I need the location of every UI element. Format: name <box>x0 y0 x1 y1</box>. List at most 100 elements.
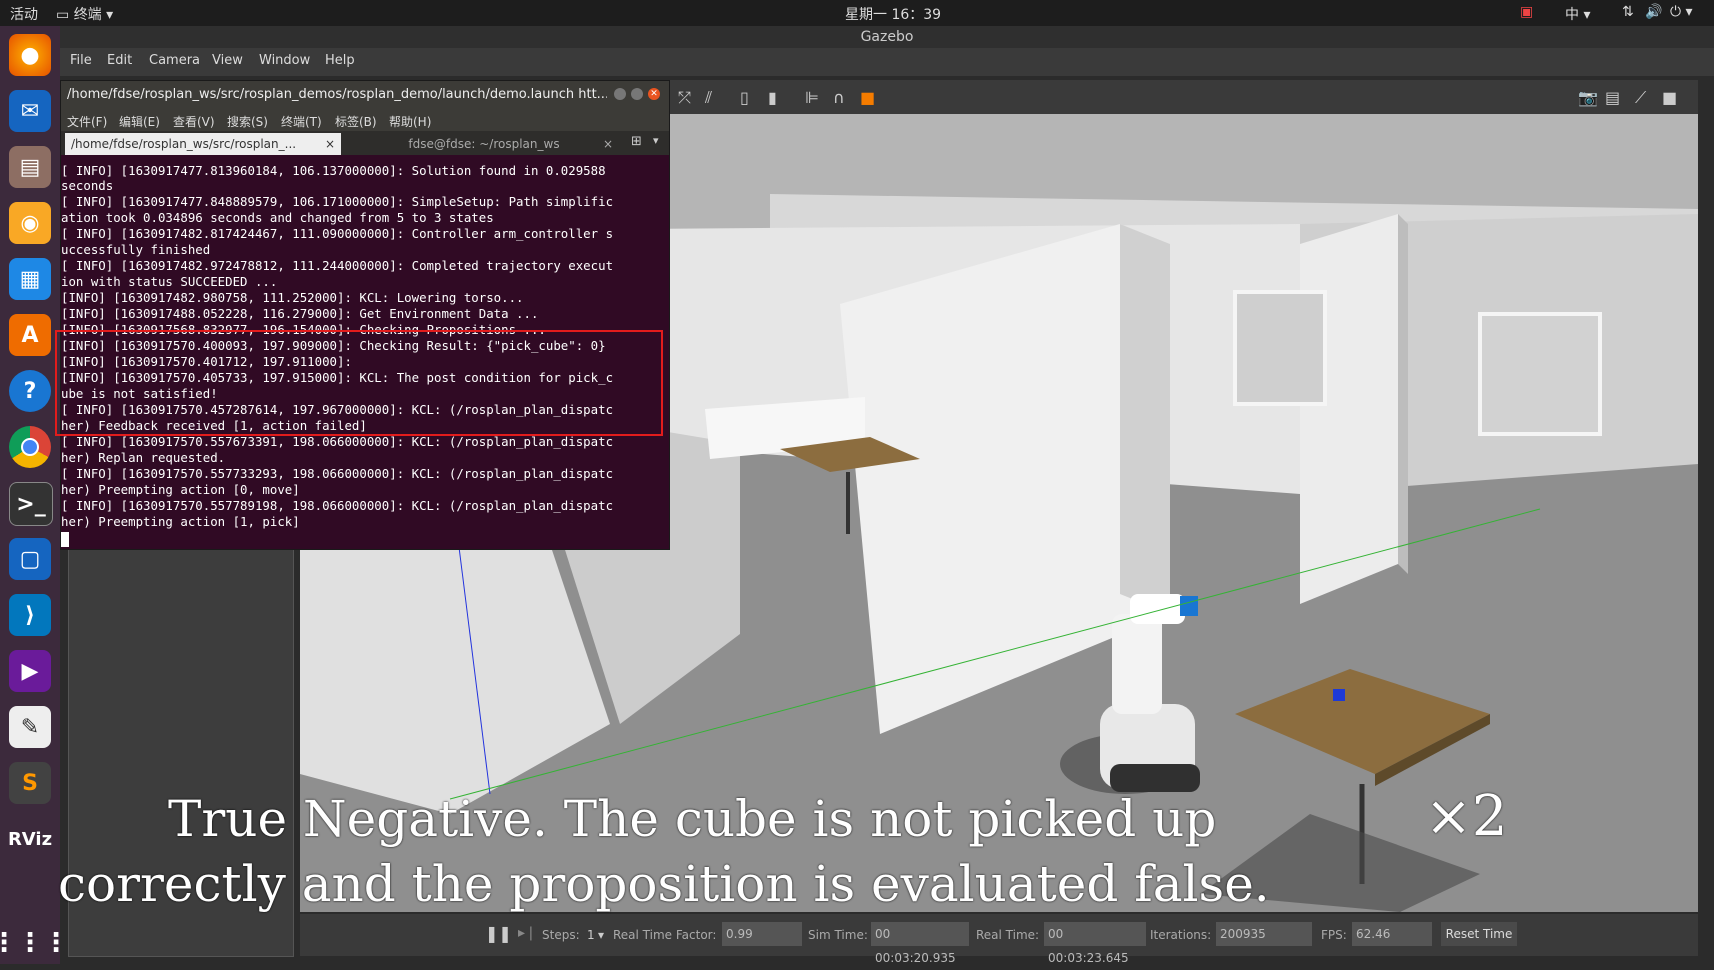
menu-camera[interactable]: Camera <box>149 53 200 68</box>
gazebo-title: Gazebo <box>60 26 1714 48</box>
menu-file[interactable]: File <box>70 53 92 68</box>
terminal-line: her) Preempting action [1, pick] <box>61 514 300 529</box>
rhythmbox-icon[interactable]: ◉ <box>9 202 51 244</box>
close-icon[interactable]: ✕ <box>648 88 660 100</box>
terminal-line: [INFO] [1630917488.052228, 116.279000]: … <box>61 306 539 321</box>
paste-icon[interactable]: ▮ <box>768 88 777 107</box>
term-menu-tabs[interactable]: 标签(B) <box>335 113 377 130</box>
term-menu-terminal[interactable]: 终端(T) <box>281 113 322 130</box>
apps-grid-icon[interactable]: ⋮⋮⋮ <box>0 922 69 964</box>
sim-time-label: Sim Time: <box>808 928 868 942</box>
reset-time-button[interactable]: Reset Time <box>1441 922 1517 946</box>
term-menu-file[interactable]: 文件(F) <box>67 113 107 130</box>
power-icon[interactable]: ⏻ ▾ <box>1670 4 1693 20</box>
terminal-icon[interactable]: >_ <box>9 482 53 526</box>
terminal-menubar: 文件(F) 编辑(E) 查看(V) 搜索(S) 终端(T) 标签(B) 帮助(H… <box>61 109 669 131</box>
terminal-tab[interactable]: fdse@fdse: ~/rosplan_ws × <box>343 133 619 155</box>
network-icon[interactable]: ⇅ <box>1622 4 1634 20</box>
gazebo-status-bar: ❚❚ ▸❘ Steps: 1 ▾ Real Time Factor: 0.99 … <box>300 914 1698 965</box>
terminal-tab-active[interactable]: /home/fdse/rosplan_ws/src/rosplan_... × <box>65 133 341 155</box>
video-icon[interactable]: ▶ <box>9 650 51 692</box>
chrome-icon[interactable] <box>9 426 51 468</box>
software-icon[interactable]: A <box>9 314 51 356</box>
terminal-titlebar[interactable]: /home/fdse/rosplan_ws/src/rosplan_demos/… <box>61 81 669 109</box>
term-menu-search[interactable]: 搜索(S) <box>227 113 268 130</box>
highlight-box <box>55 330 663 436</box>
screenshot-icon[interactable]: 📷 <box>1578 88 1598 107</box>
menu-view[interactable]: View <box>212 53 243 68</box>
minimize-icon[interactable] <box>614 88 626 100</box>
tab-close-icon[interactable]: × <box>325 133 335 155</box>
term-menu-view[interactable]: 查看(V) <box>173 113 215 130</box>
maximize-icon[interactable] <box>631 88 643 100</box>
top-bar: 活动 ▭ 终端 ▾ 星期一 16：39 ▣ 中 ▾ ⇅ 🔊 ⏻ ▾ <box>0 0 1714 26</box>
steps-value[interactable]: 1 <box>587 928 595 942</box>
files-icon[interactable]: ▤ <box>9 146 51 188</box>
new-tab-icon[interactable]: ⊞ <box>631 134 642 149</box>
tab-label: /home/fdse/rosplan_ws/src/rosplan_... <box>71 137 297 151</box>
vscode-icon[interactable]: ⟩ <box>9 594 51 636</box>
pause-icon[interactable]: ❚❚ <box>485 924 512 943</box>
terminal-line: [ INFO] [1630917570.557673391, 198.06600… <box>61 434 614 449</box>
clock[interactable]: 星期一 16：39 <box>845 4 941 24</box>
step-icon[interactable]: ▸❘ <box>518 925 537 941</box>
terminal-line: [ INFO] [1630917482.817424467, 111.09000… <box>61 226 614 241</box>
select-tool-icon[interactable]: ⤱ <box>678 88 691 108</box>
terminal-line: seconds <box>61 178 114 193</box>
align-icon[interactable]: ⊫ <box>805 88 819 107</box>
activities-button[interactable]: 活动 <box>10 4 38 24</box>
recording-icon[interactable]: ▣ <box>1520 4 1533 20</box>
menu-edit[interactable]: Edit <box>107 53 132 68</box>
text-editor-icon[interactable]: ✎ <box>9 706 51 748</box>
thunderbird-icon[interactable]: ✉ <box>9 90 51 132</box>
terminal-window[interactable]: /home/fdse/rosplan_ws/src/rosplan_demos/… <box>60 80 670 550</box>
terminal-line: [ INFO] [1630917477.813960184, 106.13700… <box>61 163 606 178</box>
menu-window[interactable]: Window <box>259 53 310 68</box>
terminal-line: uccessfully finished <box>61 242 211 257</box>
sim-time-value: 00 00:03:20.935 <box>871 922 969 965</box>
terminal-line: [INFO] [1630917482.980758, 111.252000]: … <box>61 290 524 305</box>
caption-line-2: correctly and the proposition is evaluat… <box>58 855 1270 913</box>
real-time-label: Real Time: <box>976 928 1040 942</box>
copy-icon[interactable]: ▯ <box>740 88 749 107</box>
rtf-value: 0.99 <box>722 922 802 946</box>
gazebo-menubar: File Edit Camera View Window Help <box>60 48 1714 76</box>
plot-icon[interactable]: ⟋ <box>1635 88 1646 108</box>
term-menu-help[interactable]: 帮助(H) <box>389 113 431 130</box>
iterations-label: Iterations: <box>1150 928 1212 942</box>
caption-multiplier: ×2 <box>1425 784 1508 849</box>
rviz-icon[interactable]: RViz <box>8 818 52 860</box>
shape-icon[interactable]: ■ <box>860 88 875 107</box>
sublime-icon[interactable]: S <box>9 762 51 804</box>
terminal-cursor <box>61 532 69 547</box>
menu-help[interactable]: Help <box>325 53 355 68</box>
log-icon[interactable]: ▤ <box>1605 88 1620 107</box>
writer-icon[interactable]: ▦ <box>9 258 51 300</box>
tab-close-icon[interactable]: × <box>603 133 613 155</box>
terminal-title: /home/fdse/rosplan_ws/src/rosplan_demos/… <box>67 87 607 102</box>
virtualbox-icon[interactable]: ▢ <box>9 538 51 580</box>
terminal-line: [ INFO] [1630917482.972478812, 111.24400… <box>61 258 614 273</box>
tab-menu-icon[interactable]: ▾ <box>653 134 659 147</box>
terminal-line: her) Preempting action [0, move] <box>61 482 300 497</box>
volume-icon[interactable]: 🔊 <box>1645 4 1662 20</box>
steps-dropdown-icon[interactable]: ▾ <box>598 928 604 942</box>
terminal-line: ion with status SUCCEEDED ... <box>61 274 278 289</box>
record-video-icon[interactable]: ■ <box>1662 88 1677 107</box>
terminal-line: ation took 0.034896 seconds and changed … <box>61 210 494 225</box>
magnet-icon[interactable]: ∩ <box>833 88 845 107</box>
help-icon[interactable]: ? <box>9 370 51 412</box>
input-method-label: 中 <box>1565 7 1579 23</box>
input-method[interactable]: 中 ▾ <box>1565 4 1590 24</box>
app-menu[interactable]: ▭ 终端 ▾ <box>56 4 113 24</box>
real-time-value: 00 00:03:23.645 <box>1044 922 1146 965</box>
firefox-icon[interactable]: ● <box>9 34 51 76</box>
rtf-label: Real Time Factor: <box>613 928 717 942</box>
dock: ● ✉ ▤ ◉ ▦ A ? >_ ▢ ⟩ ▶ ✎ S RViz ⋮⋮⋮ <box>0 26 69 964</box>
terminal-tabbar: /home/fdse/rosplan_ws/src/rosplan_... × … <box>61 131 669 155</box>
terminal-line: [ INFO] [1630917570.557733293, 198.06600… <box>61 466 614 481</box>
terminal-line: her) Replan requested. <box>61 450 226 465</box>
fps-label: FPS: <box>1321 928 1347 942</box>
term-menu-edit[interactable]: 编辑(E) <box>119 113 160 130</box>
translate-tool-icon[interactable]: ⫽ <box>705 88 712 108</box>
